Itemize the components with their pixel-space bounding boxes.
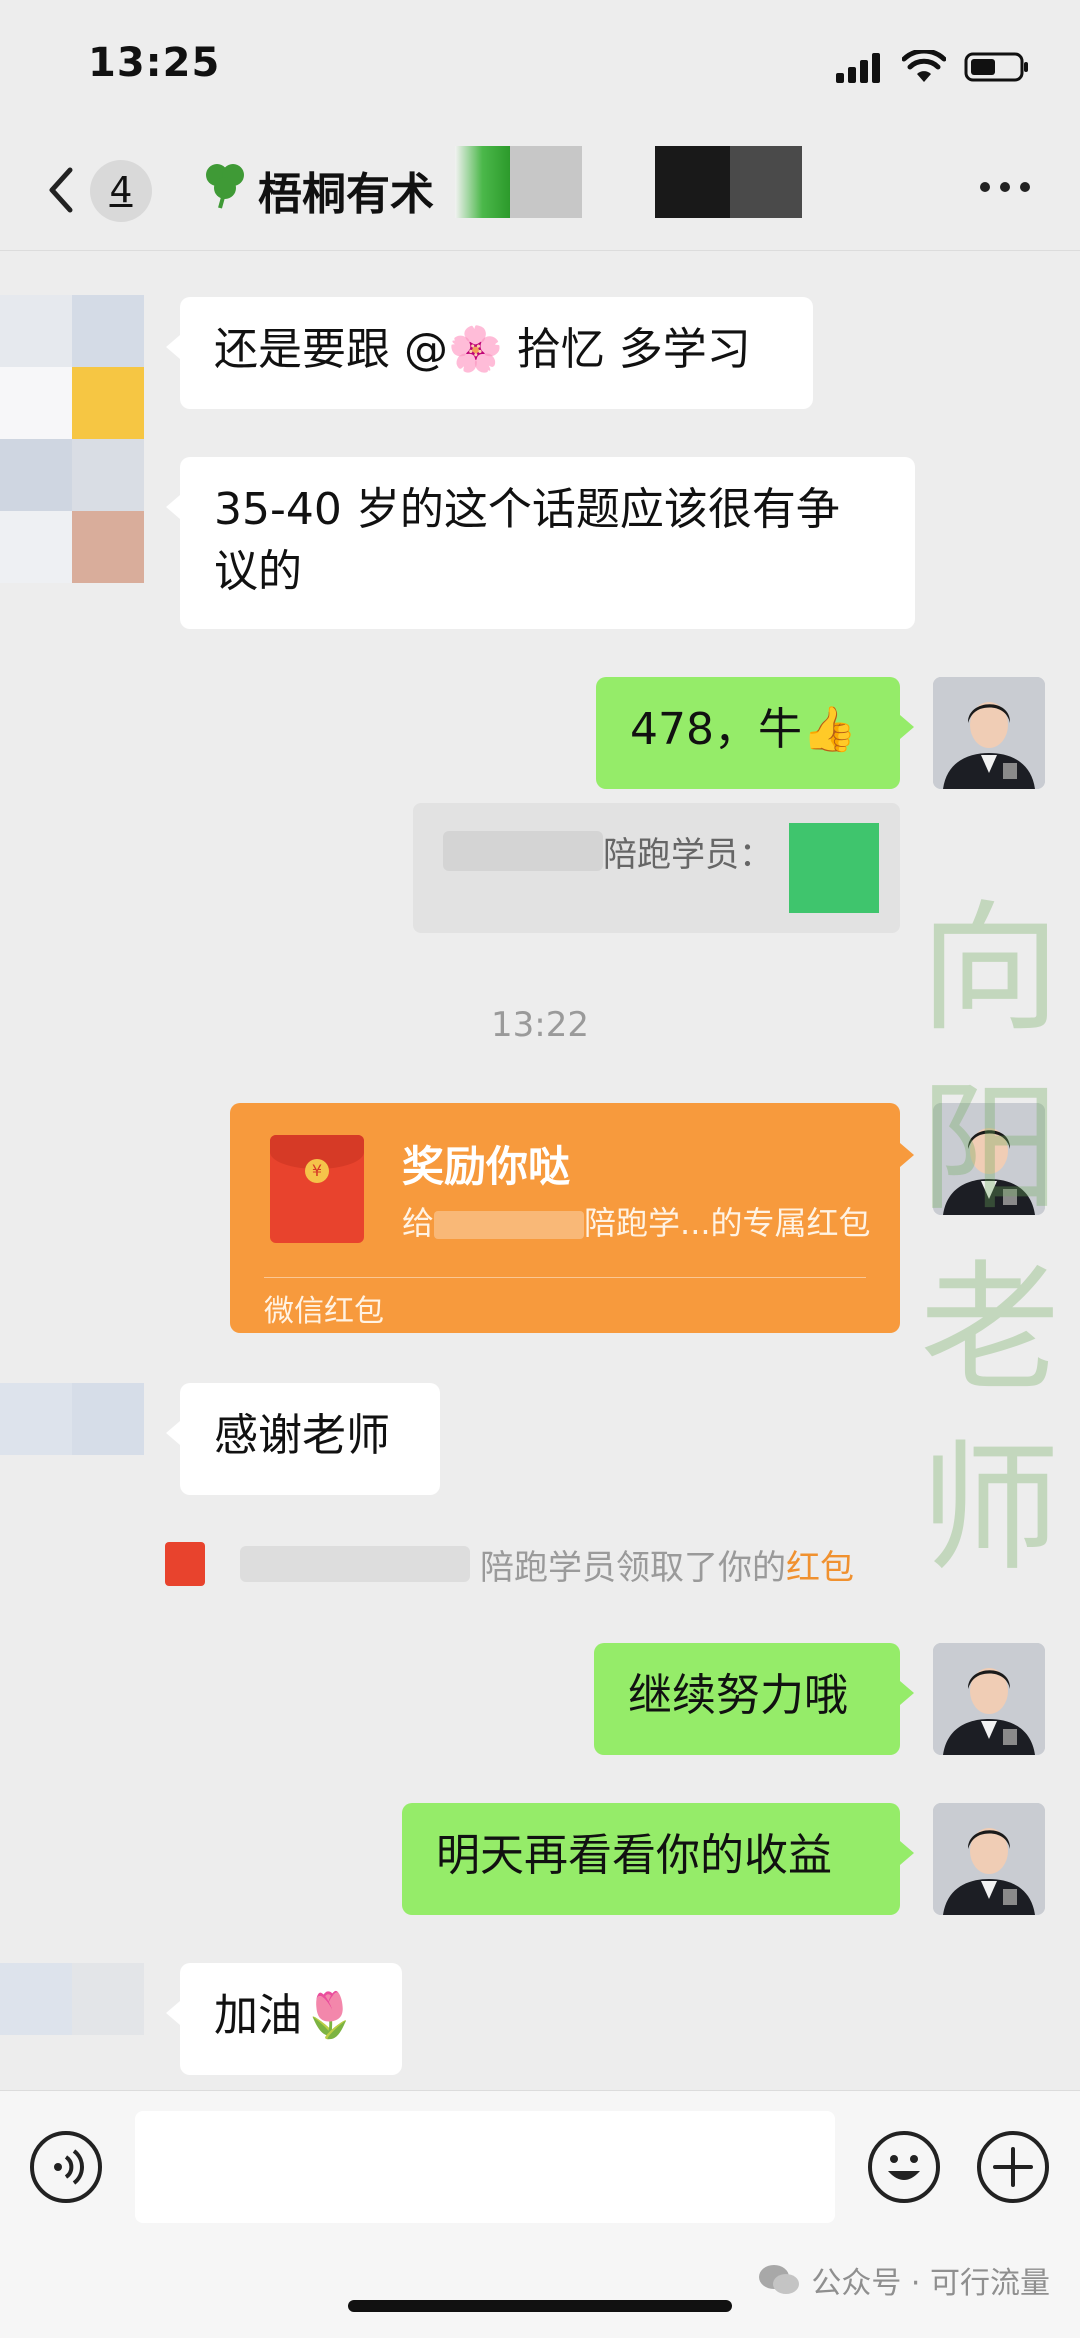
watermark: 向 阳 老 师	[919, 888, 1060, 1591]
wifi-icon	[902, 50, 946, 82]
quoted-sender: 陪跑学员：	[603, 835, 773, 875]
red-packet-description: 给陪跑学...的专属红包	[402, 1204, 871, 1242]
avatar[interactable]	[933, 1803, 1045, 1915]
avatar[interactable]	[0, 1963, 145, 2035]
footer-credit: 公众号 · 可行流量	[757, 2258, 1050, 2302]
signal-icon	[836, 53, 880, 83]
redacted-name	[434, 1211, 585, 1239]
chat-title[interactable]: 梧桐有术	[200, 158, 434, 222]
chat-header: 4 梧桐有术	[0, 130, 1080, 251]
more-icon[interactable]	[980, 182, 1030, 192]
clover-icon	[200, 160, 250, 221]
quoted-image-thumbnail	[789, 823, 879, 913]
red-packet-icon: ¥	[270, 1135, 364, 1243]
redacted-title-part	[455, 146, 510, 218]
red-packet-message[interactable]: ¥ 奖励你哒 给陪跑学...的专属红包 微信红包	[230, 1103, 914, 1333]
home-indicator[interactable]	[348, 2300, 732, 2312]
status-bar: 13:25	[0, 0, 1080, 130]
plus-icon[interactable]	[977, 2131, 1049, 2203]
redacted-title-part	[730, 146, 802, 218]
message-bubble[interactable]: 还是要跟 @🌸 拾忆 多学习	[166, 297, 813, 409]
teacher-avatar-image	[933, 1803, 1045, 1915]
quoted-message[interactable]: 陪跑学员：	[413, 803, 900, 933]
back-icon[interactable]	[40, 160, 80, 220]
message-bubble[interactable]: 继续努力哦	[594, 1643, 914, 1755]
chat-title-text: 梧桐有术	[258, 169, 434, 220]
message-input[interactable]	[135, 2111, 835, 2223]
message-bubble[interactable]: 明天再看看你的收益	[402, 1803, 914, 1915]
red-packet-title: 奖励你哒	[402, 1142, 571, 1191]
red-packet-footer: 微信红包	[264, 1294, 384, 1329]
unread-count-badge[interactable]: 4	[90, 160, 152, 222]
emoji-icon[interactable]	[868, 2131, 940, 2203]
red-packet-link[interactable]: 红包	[786, 1548, 854, 1588]
avatar[interactable]	[933, 1643, 1045, 1755]
message-bubble[interactable]: 加油🌷	[166, 1963, 402, 2075]
redacted-name	[443, 831, 603, 871]
avatar[interactable]	[0, 1383, 145, 1455]
status-time: 13:25	[88, 40, 221, 86]
message-bubble[interactable]: 35-40 岁的这个话题应该很有争议的	[166, 457, 915, 629]
wechat-logo-icon	[759, 2265, 800, 2294]
message-bubble[interactable]: 478，牛👍	[596, 677, 914, 789]
system-notice: 陪跑学员领取了你的红包	[145, 1538, 910, 1588]
redacted-name	[240, 1546, 470, 1582]
redacted-title-part	[510, 146, 582, 218]
teacher-avatar-image	[933, 677, 1045, 789]
avatar[interactable]	[933, 677, 1045, 789]
avatar[interactable]	[0, 295, 145, 585]
teacher-avatar-image	[933, 1643, 1045, 1755]
redacted-title-part	[655, 146, 730, 218]
message-bubble[interactable]: 感谢老师	[166, 1383, 440, 1495]
status-icons	[836, 50, 1030, 84]
battery-icon	[964, 52, 1028, 82]
red-packet-icon	[165, 1542, 205, 1586]
voice-icon[interactable]	[30, 2131, 102, 2203]
